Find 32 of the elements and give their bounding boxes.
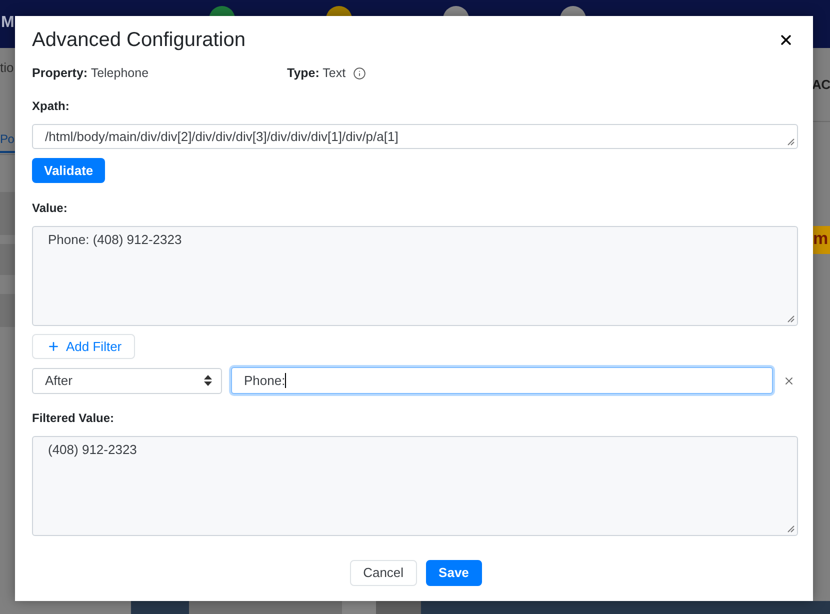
page-heading: AC	[812, 77, 830, 93]
filter-input[interactable]: Phone:	[231, 367, 773, 394]
table-row	[0, 244, 15, 275]
info-icon[interactable]	[352, 66, 366, 80]
type-text: Type: Text	[287, 65, 346, 82]
validate-button[interactable]: Validate	[32, 158, 106, 183]
operator-select[interactable]: After	[32, 368, 222, 394]
resize-grip-icon[interactable]	[787, 315, 795, 323]
up-down-caret-icon	[204, 375, 212, 386]
page-text: tio	[0, 60, 15, 76]
field-label: Xpath:	[32, 98, 70, 115]
text-cursor	[285, 373, 286, 388]
value-field[interactable]: Phone: (408) 912-2323	[32, 226, 798, 326]
app-title: M	[0, 13, 15, 33]
resize-grip-icon[interactable]	[787, 138, 795, 146]
field-label: Value:	[32, 200, 68, 217]
table-row	[0, 192, 15, 235]
close-icon[interactable]	[778, 32, 794, 48]
dialog-title: Advanced Configuration	[32, 28, 246, 52]
xpath-field[interactable]: /html/body/main/div/div[2]/div/div/div[3]/div/div/div[1]/div/p/a[1]	[32, 124, 798, 149]
resize-grip-icon[interactable]	[787, 525, 795, 533]
add-filter-button[interactable]: Add Filter	[32, 334, 135, 359]
remove-filter-icon[interactable]	[783, 374, 795, 386]
table-row	[0, 294, 15, 327]
save-button[interactable]: Save	[426, 560, 482, 586]
property-text: Property: Telephone	[32, 65, 150, 82]
field-label: Filtered Value:	[32, 410, 116, 427]
footer-bar	[131, 601, 189, 614]
status-badge: m	[812, 226, 830, 254]
cancel-button[interactable]: Cancel	[350, 560, 417, 586]
filtered-value-field[interactable]: (408) 912-2323	[32, 436, 798, 536]
plus-icon	[47, 340, 60, 353]
